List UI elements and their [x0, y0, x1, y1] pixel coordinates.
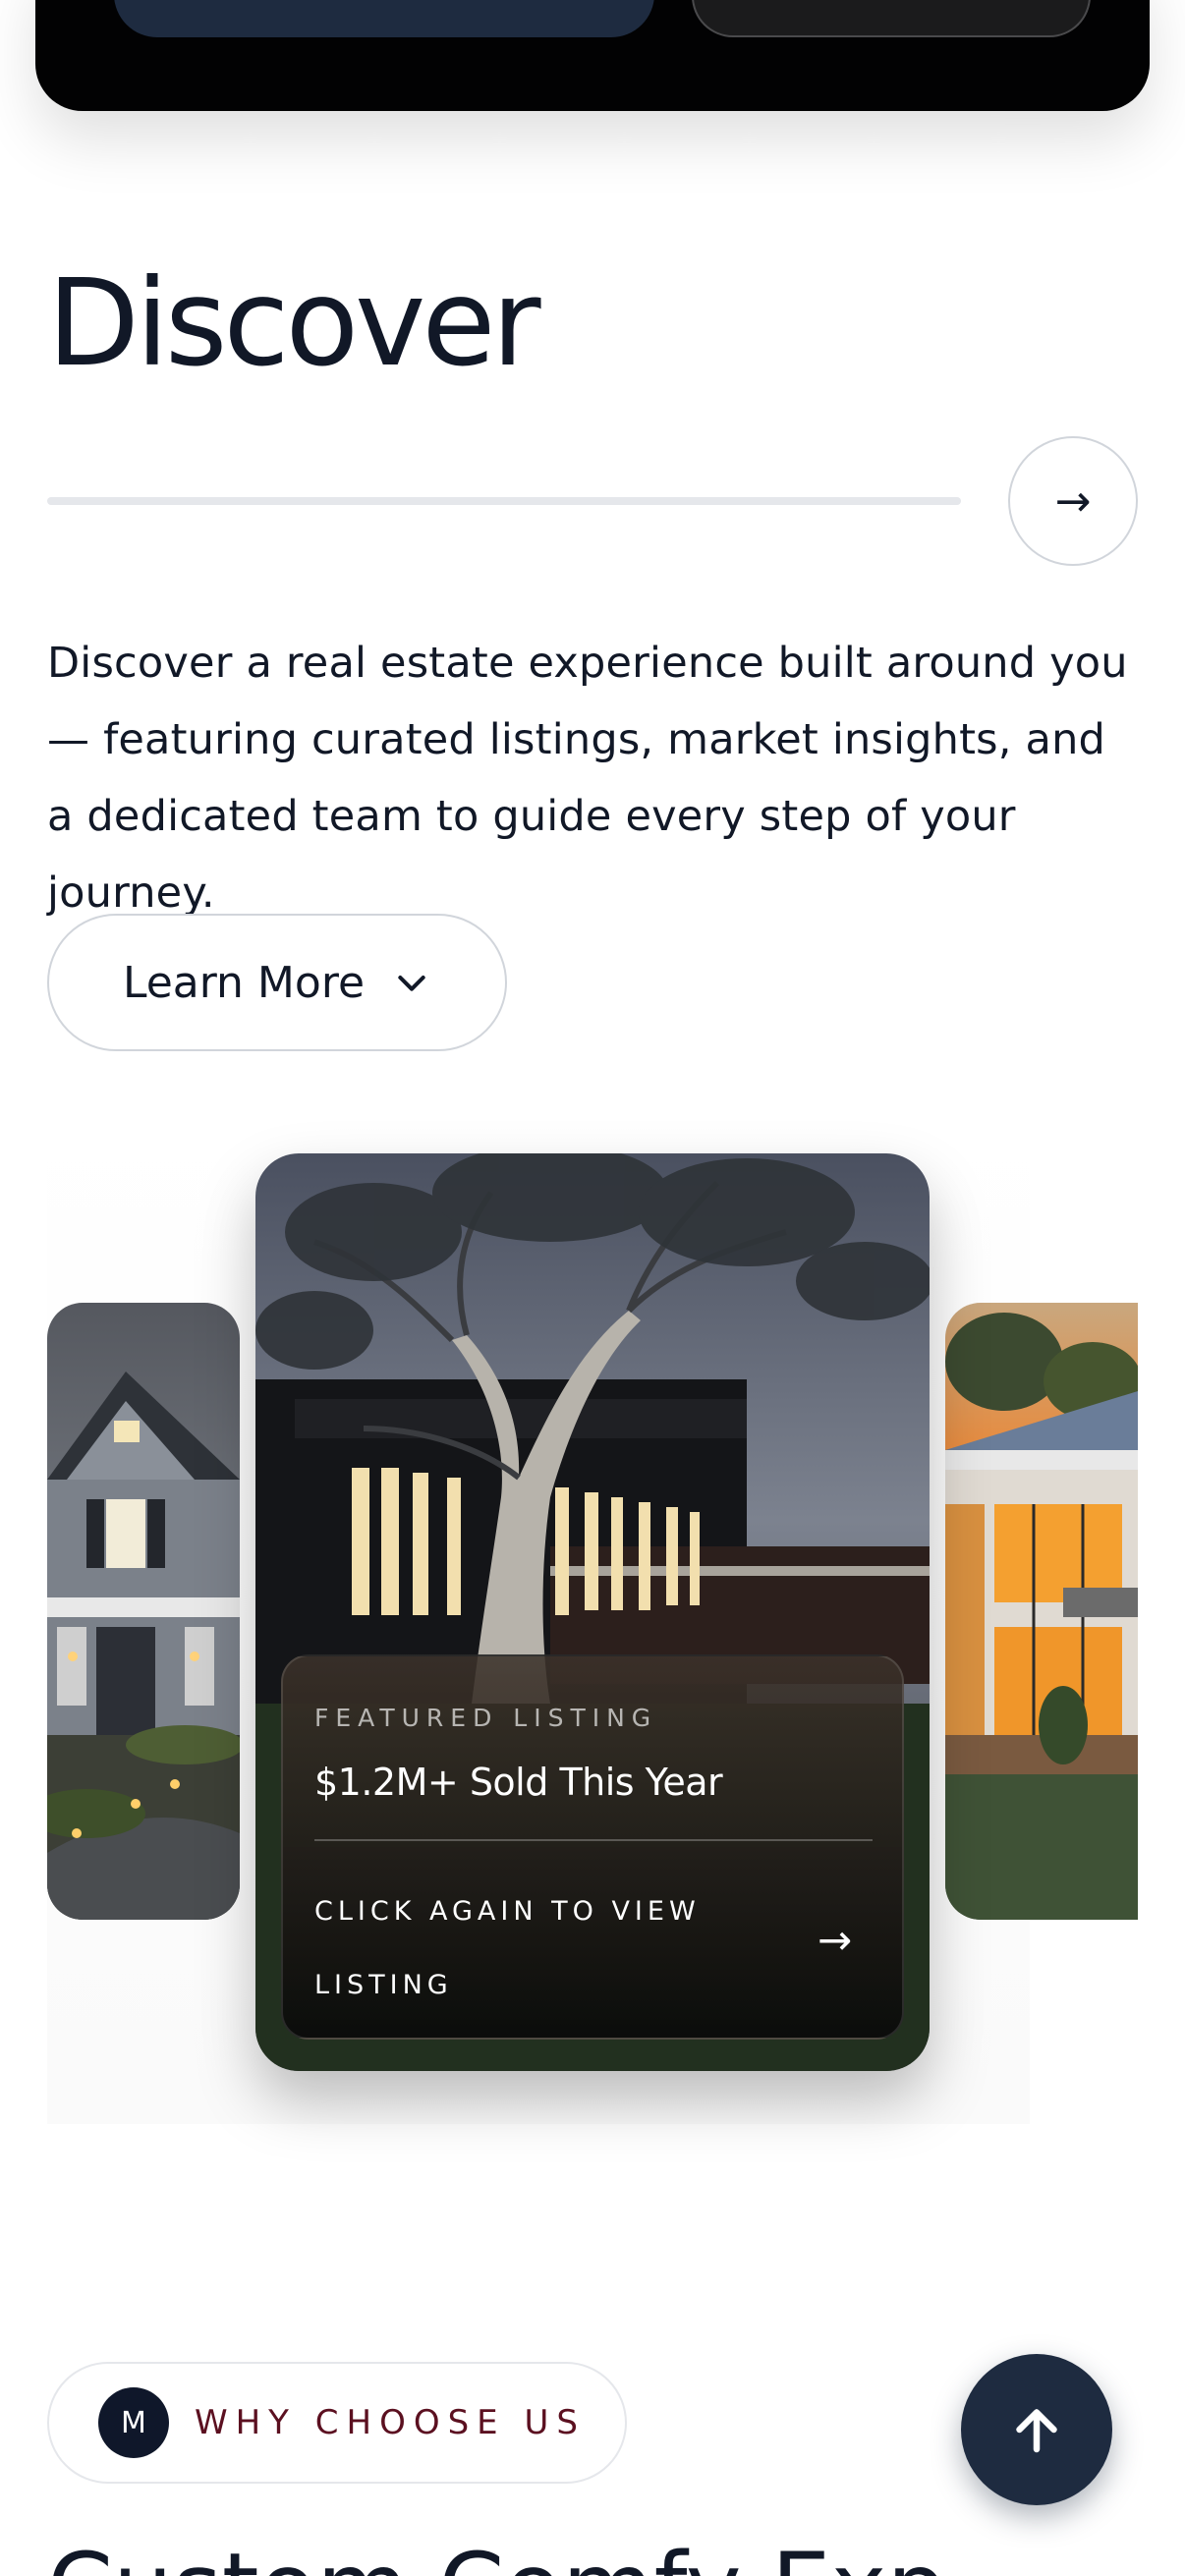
progress-divider: [47, 497, 961, 505]
learn-more-button[interactable]: Learn More: [47, 914, 507, 1051]
hero-primary-button[interactable]: [114, 0, 654, 37]
learn-more-label: Learn More: [122, 957, 366, 1008]
arrow-up-icon: [1016, 2409, 1057, 2453]
discover-heading: Discover: [47, 253, 541, 393]
why-choose-us-label: WHY CHOOSE US: [195, 2403, 586, 2442]
featured-listing-panel[interactable]: FEATURED LISTING $1.2M+ Sold This Year C…: [281, 1654, 904, 2040]
arrow-right-icon: →: [1054, 476, 1092, 527]
next-button[interactable]: →: [1008, 436, 1138, 566]
featured-eyebrow: FEATURED LISTING: [314, 1704, 658, 1732]
chevron-down-icon: [398, 976, 425, 991]
carousel-card-left[interactable]: [47, 1303, 240, 1920]
hero-secondary-button[interactable]: [692, 0, 1091, 37]
panel-divider: [314, 1839, 873, 1841]
arrow-right-icon[interactable]: →: [818, 1916, 852, 1964]
hero-card: [35, 0, 1150, 111]
view-listing-link[interactable]: CLICK AGAIN TO VIEW LISTING: [314, 1875, 737, 2022]
house-photo-right: [945, 1303, 1138, 1920]
featured-title: $1.2M+ Sold This Year: [314, 1761, 723, 1804]
brand-badge: M: [98, 2387, 169, 2458]
carousel-card-right[interactable]: [945, 1303, 1138, 1920]
house-photo-left: [47, 1303, 240, 1920]
why-choose-us-pill: M WHY CHOOSE US: [47, 2362, 627, 2484]
featured-listing-card[interactable]: FEATURED LISTING $1.2M+ Sold This Year C…: [255, 1153, 930, 2071]
next-section-heading: Custom Comfy Exp: [47, 2541, 946, 2576]
discover-description: Discover a real estate experience built …: [47, 639, 1128, 918]
scroll-to-top-button[interactable]: [961, 2354, 1112, 2505]
